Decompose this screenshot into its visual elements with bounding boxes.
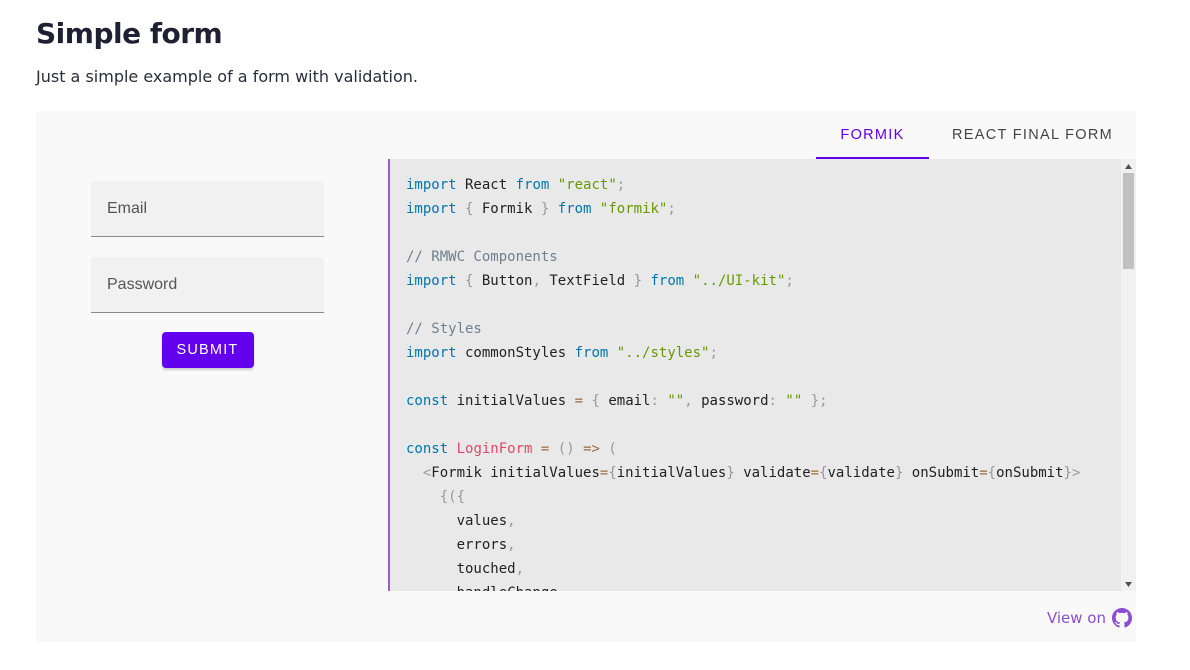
code-line: // Styles	[406, 321, 482, 337]
tab-react-final-form[interactable]: React Final Form	[929, 111, 1136, 159]
tab-formik[interactable]: Formik	[816, 111, 929, 159]
code-line: {({	[439, 489, 466, 505]
submit-button[interactable]: Submit	[161, 332, 254, 368]
github-icon	[1112, 608, 1132, 628]
code-line: errors,	[406, 537, 516, 553]
email-field-container	[91, 181, 324, 237]
scroll-up-arrow-icon[interactable]	[1121, 159, 1136, 173]
code-scrollbar[interactable]	[1121, 159, 1136, 591]
email-field[interactable]	[91, 181, 324, 236]
code-line: import { Formik } from "formik";	[406, 201, 676, 217]
code-panel[interactable]: import React from "react"; import { Formi…	[388, 159, 1136, 591]
tab-bar: Formik React Final Form	[816, 111, 1136, 159]
code-line: values,	[406, 513, 516, 529]
demo-panel: Formik React Final Form Submit import Re…	[36, 111, 1136, 642]
password-field[interactable]	[91, 257, 324, 312]
code-line: const initialValues = { email: "", passw…	[406, 393, 828, 409]
code-line: // RMWC Components	[406, 249, 558, 265]
scroll-down-arrow-icon[interactable]	[1121, 577, 1136, 591]
scroll-thumb[interactable]	[1123, 173, 1134, 269]
page-title: Simple form	[36, 17, 223, 50]
code-line: const LoginForm = () => (	[406, 441, 617, 457]
code-line: <Formik initialValues={initialValues} va…	[422, 465, 1081, 481]
view-on-github-link[interactable]: View on	[1047, 608, 1132, 628]
login-form: Submit	[91, 181, 324, 368]
code-line: import commonStyles from "../styles";	[406, 345, 718, 361]
code-line: import React from "react";	[406, 177, 626, 193]
code-line: handleChange,	[406, 581, 1080, 591]
password-field-container	[91, 257, 324, 313]
code-block: import React from "react"; import { Formi…	[406, 173, 1080, 591]
code-line: touched,	[406, 561, 525, 577]
code-line: import { Button, TextField } from "../UI…	[406, 273, 794, 289]
page-subtitle: Just a simple example of a form with val…	[36, 67, 418, 86]
view-on-label: View on	[1046, 609, 1106, 627]
